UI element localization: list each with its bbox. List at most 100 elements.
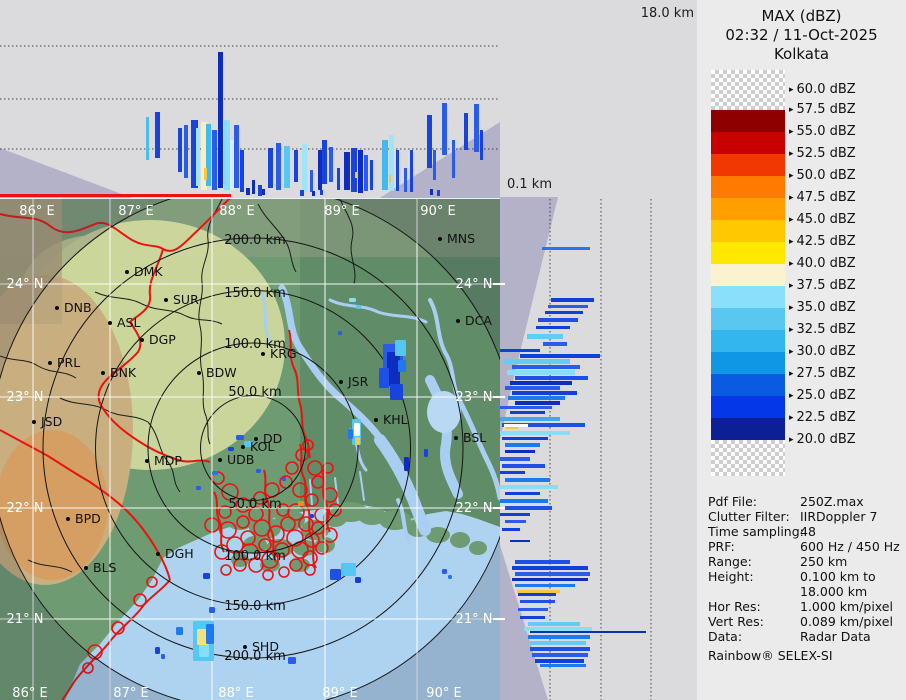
- city-label: BNK: [110, 365, 137, 380]
- metadata-label: Clutter Filter:: [708, 509, 790, 524]
- reflectivity-patch: [348, 429, 353, 439]
- echo-column: [212, 130, 217, 190]
- metadata-row: Time sampling: 48: [708, 524, 904, 539]
- reflectivity-patch: [282, 477, 286, 481]
- echo-column: [351, 148, 357, 192]
- city-dot: [454, 436, 458, 440]
- city-label: DGH: [165, 546, 194, 561]
- range-ring-label: 50.0 km: [228, 385, 281, 400]
- city-label: DNB: [64, 300, 92, 315]
- dbz-scale-label: ▸ 22.5 dBZ: [789, 410, 856, 425]
- metadata-value: 18.000 km: [800, 584, 868, 599]
- echo-column: [224, 120, 230, 190]
- echo-column: [155, 112, 160, 158]
- dbz-scale-label: ▸ 27.5 dBZ: [789, 366, 856, 381]
- city-label: DMK: [134, 264, 163, 279]
- product-name: MAX (dBZ): [761, 7, 842, 25]
- echo-row: [500, 349, 540, 352]
- echo-column: [146, 117, 149, 160]
- reflectivity-patch: [448, 575, 452, 579]
- echo-row: [504, 359, 570, 364]
- reflectivity-patch: [298, 501, 304, 506]
- metadata-row: 18.000 km: [708, 584, 904, 599]
- arrow-icon: ▸: [789, 347, 794, 358]
- echo-row: [518, 608, 548, 611]
- echo-column: [364, 155, 368, 191]
- longitude-label-bottom: 90° E: [426, 686, 461, 700]
- reflectivity-patch: [155, 647, 160, 654]
- city-label: BLS: [93, 560, 117, 575]
- station-name: Kolkata: [773, 45, 830, 63]
- reflectivity-patch: [203, 573, 210, 579]
- reflectivity-patch: [349, 298, 356, 302]
- arrow-icon: ▸: [789, 281, 794, 292]
- echo-column: [204, 168, 207, 180]
- echo-row: [515, 376, 588, 380]
- echo-row: [500, 417, 560, 421]
- echo-row: [507, 370, 575, 375]
- city-dot: [456, 319, 460, 323]
- color-swatch: [711, 242, 785, 264]
- echo-column: [284, 146, 290, 188]
- echo-row: [528, 635, 590, 639]
- echo-column: [184, 125, 188, 178]
- echo-column: [358, 150, 363, 193]
- color-swatch: [711, 330, 785, 352]
- metadata-row: Range: 250 km: [708, 554, 904, 569]
- latitude-label-right: 24° N: [456, 277, 493, 292]
- dbz-scale-label: ▸ 25.0 dBZ: [789, 388, 856, 403]
- city-label: KHL: [383, 412, 408, 427]
- dbz-scale-label: ▸ 40.0 dBZ: [789, 256, 856, 271]
- echo-row: [505, 492, 540, 495]
- echo-row: [520, 600, 555, 603]
- echo-column: [404, 168, 407, 192]
- city-dot: [438, 237, 442, 241]
- echo-column: [276, 143, 281, 190]
- reflectivity-patch: [379, 368, 389, 388]
- echo-row: [500, 406, 552, 409]
- echo-row: [504, 424, 528, 427]
- range-ring-label: 150.0 km: [224, 599, 286, 614]
- echo-column: [442, 103, 447, 155]
- reflectivity-patch: [390, 384, 403, 400]
- range-ring-label: 150.0 km: [224, 286, 286, 301]
- dbz-value: 47.5 dBZ: [796, 190, 856, 206]
- echo-column: [329, 147, 333, 182]
- arrow-icon: ▸: [789, 413, 794, 424]
- dbz-scale-label: ▸ 57.5 dBZ: [789, 102, 856, 117]
- height-axis-min-label: 0.1 km: [507, 177, 552, 192]
- echo-column: [252, 180, 255, 194]
- dbz-value: 55.0 dBZ: [796, 124, 856, 140]
- product-metadata: Pdf File: 250Z.max Clutter Filter: IIRDoppl…: [708, 494, 904, 644]
- metadata-value: 250 km: [800, 554, 848, 569]
- echo-column: [430, 189, 433, 195]
- city-dot: [145, 459, 149, 463]
- dbz-value: 20.0 dBZ: [796, 432, 856, 448]
- longitude-label-bottom: 87° E: [113, 686, 148, 700]
- longitude-label-top: 90° E: [420, 204, 455, 219]
- echo-column: [268, 148, 273, 188]
- longitude-label-bottom: 86° E: [12, 686, 47, 700]
- reflectivity-patch: [355, 577, 361, 583]
- dbz-scale-label: ▸ 50.0 dBZ: [789, 168, 856, 183]
- reflectivity-patch: [424, 449, 428, 457]
- echo-row: [512, 566, 588, 570]
- dbz-value: 25.0 dBZ: [796, 388, 856, 404]
- metadata-label: Hor Res:: [708, 599, 761, 614]
- dbz-scale-label: ▸ 32.5 dBZ: [789, 322, 856, 337]
- echo-row: [500, 499, 548, 503]
- metadata-value: 0.100 km to: [800, 569, 876, 584]
- dbz-scale-row: ▸ 20.0 dBZ: [711, 432, 901, 476]
- arrow-icon: ▸: [789, 85, 794, 96]
- echo-row: [508, 396, 565, 400]
- dbz-scale-label: ▸ 30.0 dBZ: [789, 344, 856, 359]
- echo-column: [320, 190, 323, 195]
- lat-tick: [493, 396, 505, 398]
- echo-column: [452, 140, 455, 178]
- latitude-label-left: 21° N: [7, 612, 44, 627]
- reflectivity-patch: [209, 607, 215, 613]
- echo-column: [355, 172, 358, 178]
- arrow-icon: ▸: [789, 303, 794, 314]
- city-label: MNS: [447, 231, 475, 246]
- checker-swatch: [711, 70, 785, 110]
